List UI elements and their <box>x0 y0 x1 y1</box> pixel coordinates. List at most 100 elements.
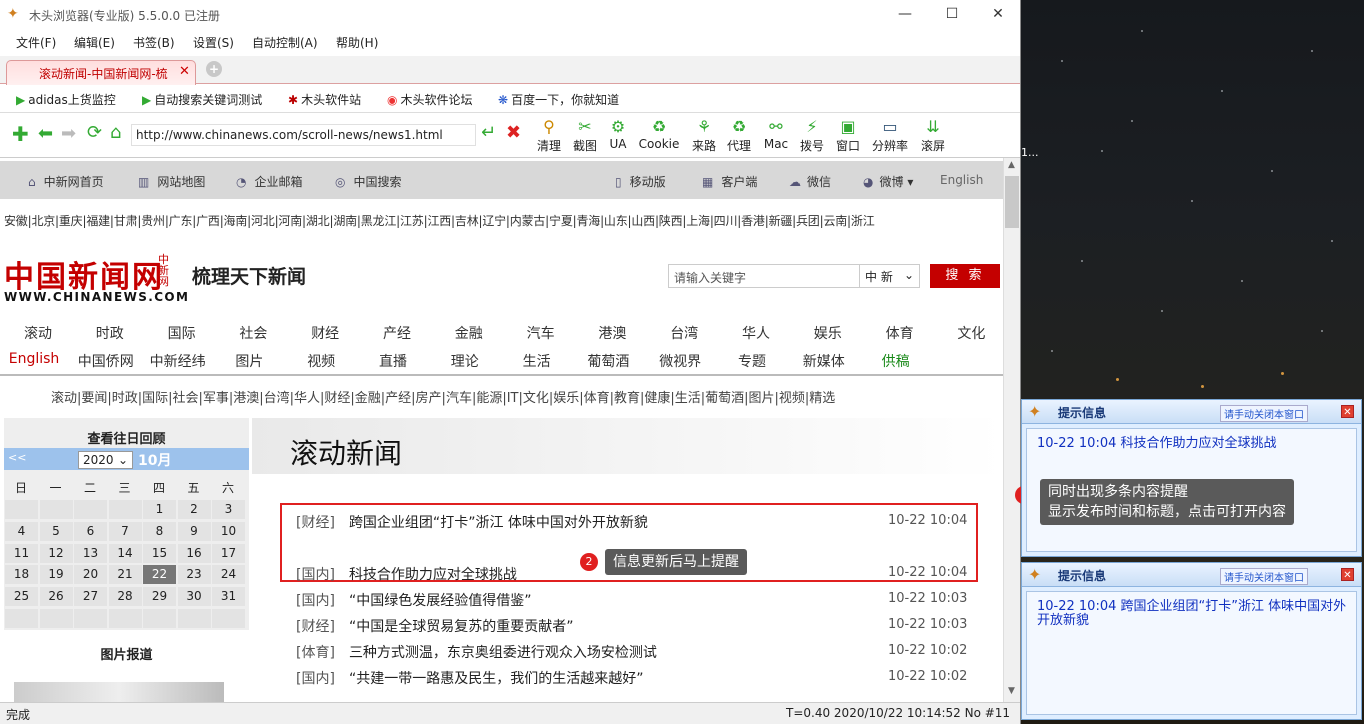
notification-popup-2[interactable]: ✦ 提示信息 请手动关闭本窗口 ✕ 10-22 10:04 跨国企业组团“打卡”… <box>1021 562 1362 720</box>
calendar-prev-button[interactable]: << <box>8 451 26 464</box>
tool-dial[interactable]: ⚡ 拨号 <box>792 117 832 154</box>
calendar-day[interactable]: 19 <box>39 565 73 585</box>
address-input[interactable]: http://www.chinanews.com/scroll-news/new… <box>131 124 476 146</box>
calendar-day[interactable]: 23 <box>177 565 211 585</box>
fav-item-mutou-site[interactable]: ✱ 木头软件站 <box>288 91 361 108</box>
news-title[interactable]: 科技合作助力应对全球挑战 <box>349 567 517 583</box>
calendar-day[interactable]: 31 <box>212 587 245 607</box>
calendar-day[interactable]: 4 <box>5 521 38 541</box>
add-icon[interactable]: ✚ <box>12 122 29 146</box>
category-link[interactable]: 港澳 <box>582 323 642 343</box>
province-links[interactable]: 安徽|北京|重庆|福建|甘肃|贵州|广东|广西|海南|河北|河南|湖北|湖南|黑… <box>4 212 875 229</box>
nav-sitemap[interactable]: ▥ 网站地图 <box>138 173 205 190</box>
nav-wechat[interactable]: ☁ 微信 <box>789 173 831 190</box>
minimize-button[interactable]: — <box>890 4 920 24</box>
back-icon[interactable]: ⬅ <box>38 123 53 144</box>
calendar-day[interactable]: 10 <box>212 521 245 541</box>
news-item[interactable]: [国内] “共建一带一路惠及民生，我们的生活越来越好” <box>296 668 643 688</box>
calendar-day[interactable]: 27 <box>74 587 107 607</box>
calendar-day[interactable]: 20 <box>74 565 107 585</box>
close-button[interactable]: ✕ <box>983 4 1013 24</box>
calendar-day[interactable]: 24 <box>212 565 245 585</box>
fav-item-autosearch[interactable]: ▶ 自动搜索关键词测试 <box>142 91 262 108</box>
fav-item-mutou-forum[interactable]: ◉ 木头软件论坛 <box>387 91 473 108</box>
site-search-button[interactable]: 搜 索 <box>930 264 1000 288</box>
calendar-day[interactable]: 21 <box>108 565 142 585</box>
forward-icon[interactable]: ➡ <box>61 123 76 144</box>
category-link[interactable]: 娱乐 <box>798 323 858 343</box>
category-link[interactable]: 视频 <box>291 351 351 371</box>
category-link[interactable]: 中新经纬 <box>148 351 208 371</box>
scrollbar-thumb[interactable] <box>1005 176 1019 228</box>
tool-resolution[interactable]: ▭ 分辨率 <box>866 117 914 154</box>
category-link[interactable]: 财经 <box>295 323 355 343</box>
calendar-day[interactable]: 26 <box>39 587 73 607</box>
news-title[interactable]: “中国绿色发展经验值得借鉴” <box>349 593 532 609</box>
calendar-day[interactable]: 29 <box>143 587 176 607</box>
notification-popup-1[interactable]: ✦ 提示信息 请手动关闭本窗口 ✕ 10-22 10:04 科技合作助力应对全球… <box>1021 399 1362 557</box>
calendar-day[interactable]: 5 <box>39 521 73 541</box>
category-link[interactable]: 专题 <box>722 351 782 371</box>
category-link[interactable]: 汽车 <box>511 323 571 343</box>
home-icon[interactable]: ⌂ <box>110 122 121 143</box>
menu-settings[interactable]: 设置(S) <box>193 34 234 51</box>
category-link[interactable]: 直播 <box>363 351 423 371</box>
calendar-year-select[interactable]: 2020 ⌄ <box>78 451 133 469</box>
tool-window[interactable]: ▣ 窗口 <box>828 117 868 154</box>
category-link[interactable]: 社会 <box>223 323 283 343</box>
site-search-select[interactable]: 中 新 ⌄ <box>859 265 919 287</box>
scroll-down-icon[interactable]: ▼ <box>1008 686 1015 696</box>
fav-item-baidu[interactable]: ❋ 百度一下，你就知道 <box>498 91 619 108</box>
category-link[interactable]: 文化 <box>941 323 1001 343</box>
nav-home[interactable]: ⌂ 中新网首页 <box>28 173 104 190</box>
category-link[interactable]: 金融 <box>439 323 499 343</box>
fav-item-adidas[interactable]: ▶ adidas上货监控 <box>16 91 116 108</box>
stop-icon[interactable]: ✖ <box>506 122 521 143</box>
close-icon[interactable]: ✕ <box>1341 405 1354 418</box>
news-title[interactable]: “共建一带一路惠及民生，我们的生活越来越好” <box>349 671 644 687</box>
tool-scroll[interactable]: ⇊ 滚屏 <box>913 117 953 154</box>
calendar-day[interactable]: 3 <box>212 500 245 519</box>
nav-mail[interactable]: ◔ 企业邮箱 <box>236 173 303 190</box>
refresh-icon[interactable]: ⟳ <box>87 122 102 143</box>
calendar-day[interactable]: 12 <box>39 543 73 563</box>
notification-close-link[interactable]: 请手动关闭本窗口 <box>1220 568 1308 585</box>
calendar-day[interactable]: 30 <box>177 587 211 607</box>
news-item[interactable]: [体育] 三种方式测温，东京奥组委进行观众入场安检测试 <box>296 642 657 662</box>
tool-proxy[interactable]: ♻ 代理 <box>719 117 759 154</box>
category-link[interactable]: 华人 <box>726 323 786 343</box>
category-link[interactable]: English <box>4 351 64 367</box>
news-item[interactable]: [国内] 科技合作助力应对全球挑战 <box>296 564 517 584</box>
news-item[interactable]: [财经] 跨国企业组团“打卡”浙江 体味中国对外开放新貌 <box>296 512 648 532</box>
calendar-day[interactable]: 28 <box>108 587 142 607</box>
menu-file[interactable]: 文件(F) <box>16 34 56 51</box>
news-item[interactable]: [国内] “中国绿色发展经验值得借鉴” <box>296 590 531 610</box>
news-title[interactable]: “中国是全球贸易复苏的重要贡献者” <box>349 619 574 635</box>
category-link[interactable]: 供稿 <box>866 351 926 371</box>
menu-bookmarks[interactable]: 书签(B) <box>133 34 175 51</box>
sub-navigation[interactable]: 滚动|要闻|时政|国际|社会|军事|港澳|台湾|华人|财经|金融|产经|房产|汽… <box>51 387 835 406</box>
calendar-day[interactable]: 14 <box>108 543 142 563</box>
title-bar[interactable]: ✦ 木头浏览器(专业版) 5.5.0.0 已注册 — ☐ ✕ <box>0 0 1020 30</box>
category-link[interactable]: 台湾 <box>654 323 714 343</box>
category-link[interactable]: 微视界 <box>650 351 710 371</box>
menu-edit[interactable]: 编辑(E) <box>74 34 115 51</box>
nav-app[interactable]: ▦ 客户端 <box>702 173 757 190</box>
maximize-button[interactable]: ☐ <box>937 4 967 24</box>
notification-close-link[interactable]: 请手动关闭本窗口 <box>1220 405 1308 422</box>
calendar-day[interactable]: 25 <box>5 587 38 607</box>
news-title[interactable]: 跨国企业组团“打卡”浙江 体味中国对外开放新貌 <box>349 515 648 531</box>
menu-autocontrol[interactable]: 自动控制(A) <box>252 34 318 51</box>
calendar-day[interactable]: 2 <box>177 500 211 519</box>
calendar-day[interactable]: 22 <box>143 565 176 585</box>
scroll-up-icon[interactable]: ▲ <box>1008 160 1015 170</box>
category-link[interactable]: 葡萄酒 <box>578 351 638 371</box>
close-icon[interactable]: ✕ <box>1341 568 1354 581</box>
menu-help[interactable]: 帮助(H) <box>336 34 378 51</box>
tool-referer[interactable]: ⚘ 来路 <box>684 117 724 154</box>
tab-scroll-news[interactable]: 滚动新闻-中国新闻网-梳 ✕ <box>6 60 196 85</box>
tool-cookie[interactable]: ♻ Cookie <box>637 117 681 151</box>
category-link[interactable]: 滚动 <box>8 323 68 343</box>
calendar-day[interactable]: 15 <box>143 543 176 563</box>
calendar-day[interactable]: 1 <box>143 500 176 519</box>
